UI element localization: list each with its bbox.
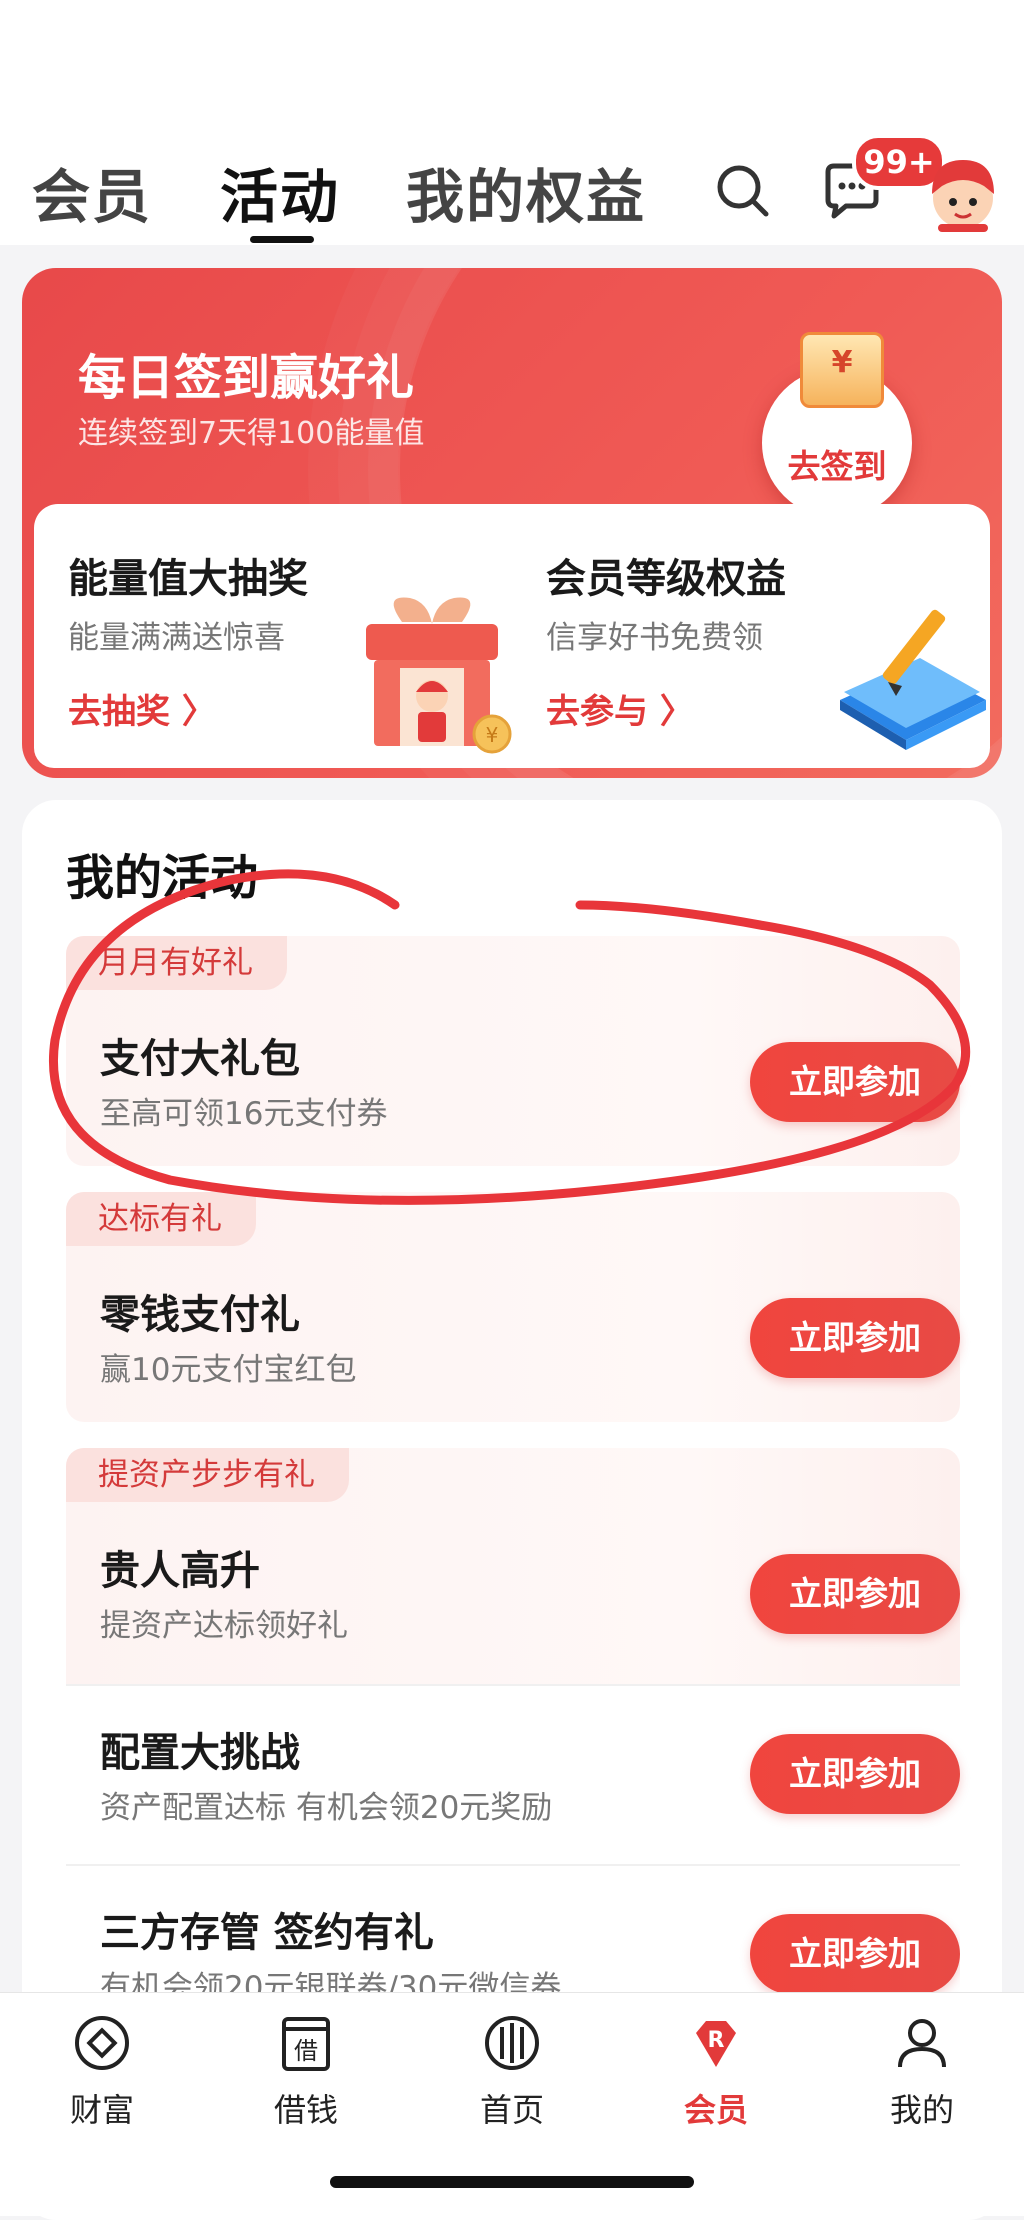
tab-activities[interactable]: 活动 (220, 150, 340, 234)
activity-title: 配置大挑战 (100, 1730, 300, 1776)
tab-member[interactable]: 会员 (32, 150, 152, 234)
nav-borrow[interactable]: 借 借钱 (226, 2013, 386, 2131)
join-button[interactable]: 立即参加 (750, 1734, 960, 1814)
nav-home[interactable]: 首页 (432, 2013, 592, 2131)
home-indicator[interactable] (330, 2176, 694, 2188)
join-button[interactable]: 立即参加 (750, 1042, 960, 1122)
nav-wealth[interactable]: 财富 (22, 2013, 182, 2131)
nav-label: 我的 (889, 2091, 954, 2129)
member-level-desc: 信享好书免费领 (546, 620, 763, 656)
nav-mine[interactable]: 我的 (842, 2013, 1002, 2131)
gift-box-icon: ¥ (352, 584, 512, 754)
activity-title: 零钱支付礼 (100, 1292, 300, 1338)
svg-text:¥: ¥ (486, 723, 499, 747)
diamond-circle-icon (75, 2016, 129, 2070)
signin-button-label: 去签到 (787, 447, 887, 486)
join-button[interactable]: 立即参加 (750, 1554, 960, 1634)
bottom-navigation: 财富 借 借钱 首页 R 会员 我的 (0, 1992, 1024, 2216)
activity-title: 三方存管 签约有礼 (100, 1910, 434, 1956)
join-button[interactable]: 立即参加 (750, 1914, 960, 1992)
activity-desc: 有机会领20元银联券/30元微信券 (100, 1970, 562, 1992)
activity-group-target: 达标有礼 零钱支付礼 赢10元支付宝红包 立即参加 (66, 1192, 960, 1422)
nav-label: 首页 (479, 2091, 544, 2129)
mascot-avatar[interactable] (924, 150, 1002, 232)
activity-row: 三方存管 签约有礼 有机会领20元银联券/30元微信券 立即参加 (66, 1866, 960, 1992)
lottery-title: 能量值大抽奖 (68, 556, 308, 602)
group-tag: 月月有好礼 (66, 936, 287, 990)
nav-label: 会员 (683, 2091, 748, 2129)
member-gem-icon: R (696, 2021, 736, 2067)
borrow-icon: 借 (282, 2017, 330, 2071)
nav-label: 财富 (69, 2091, 134, 2129)
signin-button[interactable]: ¥ 去签到 (762, 332, 912, 518)
activity-desc: 至高可领16元支付券 (100, 1096, 388, 1132)
member-level-title: 会员等级权益 (546, 556, 786, 602)
group-tag: 提资产步步有礼 (66, 1448, 349, 1502)
tab-my-benefits[interactable]: 我的权益 (406, 150, 646, 234)
svg-text:借: 借 (294, 2037, 318, 2065)
activities-heading: 我的活动 (66, 850, 259, 906)
person-icon (898, 2019, 946, 2068)
activity-group-monthly: 月月有好礼 支付大礼包 至高可领16元支付券 立即参加 (66, 936, 960, 1166)
daily-signin-card: 每日签到赢好礼 连续签到7天得100能量值 ¥ 去签到 能量值大抽奖 能量满满送… (22, 268, 1002, 778)
lottery-desc: 能量满满送惊喜 (68, 620, 285, 656)
activity-desc: 赢10元支付宝红包 (100, 1352, 357, 1388)
book-pencil-icon (830, 604, 990, 754)
activity-desc: 资产配置达标 有机会领20元奖励 (100, 1790, 553, 1826)
signin-subtitle: 连续签到7天得100能量值 (78, 416, 425, 451)
svg-text:R: R (708, 2028, 725, 2053)
search-icon[interactable] (714, 162, 770, 218)
home-logo-icon (485, 2016, 539, 2070)
top-header: 会员 活动 我的权益 99+ (0, 0, 1024, 245)
lottery-promo-card[interactable]: 能量值大抽奖 能量满满送惊喜 去抽奖 〉 ¥ (34, 504, 512, 768)
member-level-link[interactable]: 去参与 〉 (546, 684, 694, 733)
activity-title: 贵人高升 (100, 1548, 260, 1594)
group-tag: 达标有礼 (66, 1192, 256, 1246)
active-tab-indicator (250, 236, 314, 243)
nav-member[interactable]: R 会员 (636, 2013, 796, 2131)
nav-label: 借钱 (273, 2091, 338, 2129)
activity-row: 配置大挑战 资产配置达标 有机会领20元奖励 立即参加 (66, 1686, 960, 1866)
activity-desc: 提资产达标领好礼 (100, 1608, 348, 1644)
member-level-promo-card[interactable]: 会员等级权益 信享好书免费领 去参与 〉 (512, 504, 990, 768)
activity-title: 支付大礼包 (100, 1036, 300, 1082)
signin-title: 每日签到赢好礼 (78, 350, 415, 406)
red-envelope-icon: ¥ (800, 332, 884, 408)
lottery-link[interactable]: 去抽奖 〉 (68, 684, 216, 733)
join-button[interactable]: 立即参加 (750, 1298, 960, 1378)
